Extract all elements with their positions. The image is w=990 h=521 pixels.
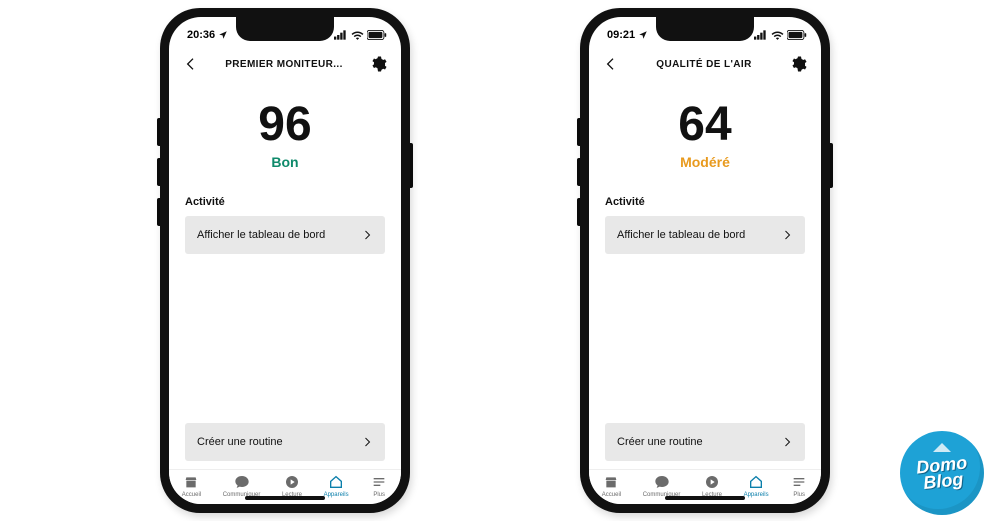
tab-label: Plus xyxy=(793,492,805,498)
home-icon xyxy=(182,474,200,490)
wifi-icon xyxy=(771,30,784,40)
chevron-right-icon xyxy=(361,436,373,448)
location-icon xyxy=(218,30,228,40)
chat-icon xyxy=(233,474,251,490)
tab-appareils[interactable]: Appareils xyxy=(324,474,349,498)
tab-accueil[interactable]: Accueil xyxy=(182,474,201,498)
watermark-logo: Domo Blog xyxy=(900,431,984,515)
back-icon[interactable] xyxy=(603,56,619,72)
activity-section-label: Activité xyxy=(605,196,805,208)
tab-plus[interactable]: Plus xyxy=(370,474,388,498)
signal-icon xyxy=(334,30,348,40)
battery-icon xyxy=(367,30,387,40)
page-title: QUALITÉ DE L'AIR xyxy=(656,59,751,70)
play-icon xyxy=(283,474,301,490)
devices-icon xyxy=(327,474,345,490)
air-quality-score: 96 xyxy=(185,97,385,152)
chevron-right-icon xyxy=(781,436,793,448)
play-icon xyxy=(703,474,721,490)
location-icon xyxy=(638,30,648,40)
gear-icon[interactable] xyxy=(789,55,807,73)
air-quality-label: Bon xyxy=(185,154,385,170)
dashboard-button-label: Afficher le tableau de bord xyxy=(617,229,745,241)
chat-icon xyxy=(653,474,671,490)
tab-appareils[interactable]: Appareils xyxy=(744,474,769,498)
air-quality-label: Modéré xyxy=(605,154,805,170)
page-title: PREMIER MONITEUR... xyxy=(225,59,343,70)
chevron-right-icon xyxy=(361,229,373,241)
devices-icon xyxy=(747,474,765,490)
tab-label: Appareils xyxy=(744,492,769,498)
tab-plus[interactable]: Plus xyxy=(790,474,808,498)
screen: 20:36 PREMIER MONITEUR... 96 Bon Activit… xyxy=(169,17,401,504)
activity-section-label: Activité xyxy=(185,196,385,208)
status-time: 20:36 xyxy=(187,29,215,41)
home-indicator xyxy=(665,496,745,500)
air-quality-score: 64 xyxy=(605,97,805,152)
create-routine-label: Créer une routine xyxy=(197,436,283,448)
battery-icon xyxy=(787,30,807,40)
notch xyxy=(656,17,754,41)
wifi-icon xyxy=(351,30,364,40)
chevron-right-icon xyxy=(781,229,793,241)
house-icon xyxy=(933,443,951,452)
home-icon xyxy=(602,474,620,490)
status-time: 09:21 xyxy=(607,29,635,41)
more-icon xyxy=(370,474,388,490)
create-routine-button[interactable]: Créer une routine xyxy=(185,423,385,461)
create-routine-button[interactable]: Créer une routine xyxy=(605,423,805,461)
watermark-line2: Blog xyxy=(922,469,964,493)
tab-lecture[interactable]: Lecture xyxy=(282,474,302,498)
dashboard-button[interactable]: Afficher le tableau de bord xyxy=(185,216,385,254)
tab-label: Appareils xyxy=(324,492,349,498)
header: PREMIER MONITEUR... xyxy=(169,47,401,83)
tab-label: Plus xyxy=(373,492,385,498)
home-indicator xyxy=(245,496,325,500)
tab-label: Accueil xyxy=(182,492,201,498)
tab-accueil[interactable]: Accueil xyxy=(602,474,621,498)
phone-frame: 20:36 PREMIER MONITEUR... 96 Bon Activit… xyxy=(160,8,410,513)
main-content: 64 Modéré Activité Afficher le tableau d… xyxy=(589,83,821,469)
dashboard-button[interactable]: Afficher le tableau de bord xyxy=(605,216,805,254)
tab-communiquer[interactable]: Communiquer xyxy=(643,474,681,498)
dashboard-button-label: Afficher le tableau de bord xyxy=(197,229,325,241)
notch xyxy=(236,17,334,41)
back-icon[interactable] xyxy=(183,56,199,72)
more-icon xyxy=(790,474,808,490)
create-routine-label: Créer une routine xyxy=(617,436,703,448)
tab-label: Accueil xyxy=(602,492,621,498)
tab-communiquer[interactable]: Communiquer xyxy=(223,474,261,498)
screen: 09:21 QUALITÉ DE L'AIR 64 Modéré Activit… xyxy=(589,17,821,504)
gear-icon[interactable] xyxy=(369,55,387,73)
phone-frame: 09:21 QUALITÉ DE L'AIR 64 Modéré Activit… xyxy=(580,8,830,513)
header: QUALITÉ DE L'AIR xyxy=(589,47,821,83)
signal-icon xyxy=(754,30,768,40)
main-content: 96 Bon Activité Afficher le tableau de b… xyxy=(169,83,401,469)
tab-lecture[interactable]: Lecture xyxy=(702,474,722,498)
